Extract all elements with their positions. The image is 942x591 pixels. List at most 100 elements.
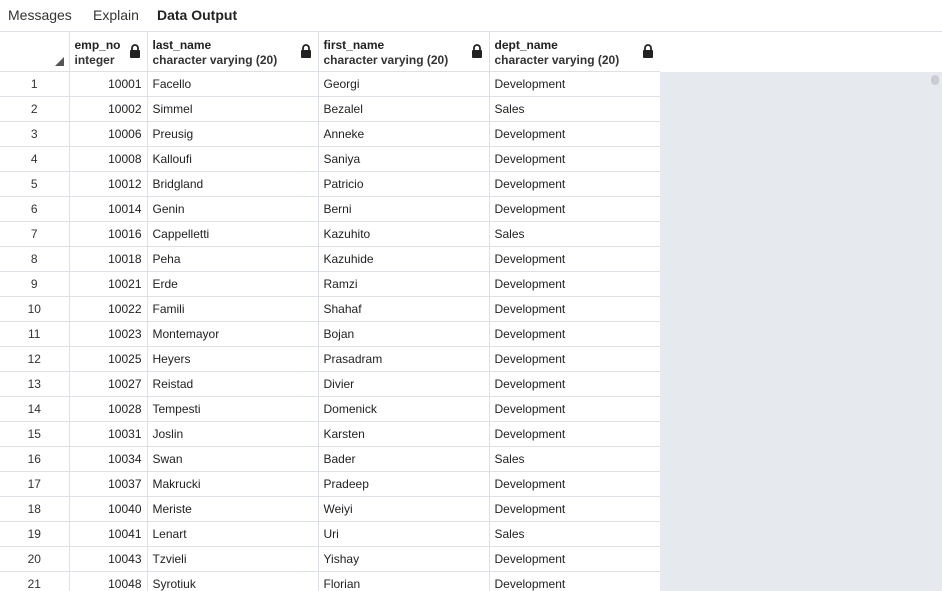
- row-number-cell[interactable]: 16: [0, 446, 70, 472]
- table-row[interactable]: 17 10037 Makrucki Pradeep Development: [0, 471, 660, 497]
- table-row[interactable]: 16 10034 Swan Bader Sales: [0, 446, 660, 472]
- column-header-emp-no[interactable]: emp_no integer: [69, 32, 148, 72]
- cell-dept-name[interactable]: Sales: [489, 521, 660, 547]
- row-number-cell[interactable]: 21: [0, 571, 70, 591]
- cell-last-name[interactable]: Facello: [147, 71, 319, 97]
- cell-last-name[interactable]: Lenart: [147, 521, 319, 547]
- cell-last-name[interactable]: Genin: [147, 196, 319, 222]
- cell-emp-no[interactable]: 10014: [69, 196, 148, 222]
- cell-emp-no[interactable]: 10018: [69, 246, 148, 272]
- column-header-last-name[interactable]: last_name character varying (20): [147, 32, 319, 72]
- cell-dept-name[interactable]: Development: [489, 246, 660, 272]
- table-row[interactable]: 18 10040 Meriste Weiyi Development: [0, 496, 660, 522]
- cell-last-name[interactable]: Famili: [147, 296, 319, 322]
- cell-dept-name[interactable]: Sales: [489, 221, 660, 247]
- cell-last-name[interactable]: Tzvieli: [147, 546, 319, 572]
- cell-last-name[interactable]: Heyers: [147, 346, 319, 372]
- cell-last-name[interactable]: Bridgland: [147, 171, 319, 197]
- cell-dept-name[interactable]: Development: [489, 496, 660, 522]
- cell-emp-no[interactable]: 10012: [69, 171, 148, 197]
- row-number-cell[interactable]: 12: [0, 346, 70, 372]
- cell-dept-name[interactable]: Development: [489, 121, 660, 147]
- cell-last-name[interactable]: Montemayor: [147, 321, 319, 347]
- row-number-cell[interactable]: 3: [0, 121, 70, 147]
- cell-dept-name[interactable]: Development: [489, 471, 660, 497]
- table-row[interactable]: 1 10001 Facello Georgi Development: [0, 71, 660, 97]
- row-number-cell[interactable]: 15: [0, 421, 70, 447]
- cell-dept-name[interactable]: Development: [489, 571, 660, 591]
- cell-emp-no[interactable]: 10037: [69, 471, 148, 497]
- cell-first-name[interactable]: Florian: [318, 571, 490, 591]
- cell-first-name[interactable]: Georgi: [318, 71, 490, 97]
- cell-first-name[interactable]: Shahaf: [318, 296, 490, 322]
- table-row[interactable]: 7 10016 Cappelletti Kazuhito Sales: [0, 221, 660, 247]
- row-number-cell[interactable]: 5: [0, 171, 70, 197]
- cell-dept-name[interactable]: Development: [489, 396, 660, 422]
- cell-dept-name[interactable]: Sales: [489, 446, 660, 472]
- cell-dept-name[interactable]: Development: [489, 296, 660, 322]
- row-number-cell[interactable]: 11: [0, 321, 70, 347]
- cell-first-name[interactable]: Bezalel: [318, 96, 490, 122]
- sort-corner-icon[interactable]: [54, 57, 64, 66]
- table-row[interactable]: 4 10008 Kalloufi Saniya Development: [0, 146, 660, 172]
- cell-emp-no[interactable]: 10023: [69, 321, 148, 347]
- cell-emp-no[interactable]: 10021: [69, 271, 148, 297]
- cell-emp-no[interactable]: 10031: [69, 421, 148, 447]
- cell-last-name[interactable]: Reistad: [147, 371, 319, 397]
- cell-last-name[interactable]: Tempesti: [147, 396, 319, 422]
- cell-dept-name[interactable]: Development: [489, 346, 660, 372]
- cell-dept-name[interactable]: Development: [489, 71, 660, 97]
- row-number-cell[interactable]: 17: [0, 471, 70, 497]
- cell-emp-no[interactable]: 10025: [69, 346, 148, 372]
- row-number-cell[interactable]: 19: [0, 521, 70, 547]
- cell-first-name[interactable]: Pradeep: [318, 471, 490, 497]
- table-row[interactable]: 10 10022 Famili Shahaf Development: [0, 296, 660, 322]
- cell-last-name[interactable]: Preusig: [147, 121, 319, 147]
- row-number-cell[interactable]: 1: [0, 71, 70, 97]
- cell-last-name[interactable]: Erde: [147, 271, 319, 297]
- tab-explain[interactable]: Explain: [93, 7, 139, 23]
- cell-first-name[interactable]: Kazuhito: [318, 221, 490, 247]
- column-header-dept-name[interactable]: dept_name character varying (20): [489, 32, 660, 72]
- table-row[interactable]: 11 10023 Montemayor Bojan Development: [0, 321, 660, 347]
- cell-first-name[interactable]: Uri: [318, 521, 490, 547]
- table-row[interactable]: 20 10043 Tzvieli Yishay Development: [0, 546, 660, 572]
- cell-last-name[interactable]: Swan: [147, 446, 319, 472]
- cell-dept-name[interactable]: Development: [489, 421, 660, 447]
- tab-data-output[interactable]: Data Output: [157, 7, 237, 23]
- row-number-cell[interactable]: 20: [0, 546, 70, 572]
- cell-first-name[interactable]: Saniya: [318, 146, 490, 172]
- cell-first-name[interactable]: Karsten: [318, 421, 490, 447]
- cell-dept-name[interactable]: Development: [489, 146, 660, 172]
- row-number-cell[interactable]: 9: [0, 271, 70, 297]
- tab-messages[interactable]: Messages: [8, 7, 72, 23]
- cell-emp-no[interactable]: 10001: [69, 71, 148, 97]
- cell-last-name[interactable]: Meriste: [147, 496, 319, 522]
- cell-last-name[interactable]: Cappelletti: [147, 221, 319, 247]
- row-number-cell[interactable]: 2: [0, 96, 70, 122]
- cell-emp-no[interactable]: 10006: [69, 121, 148, 147]
- table-row[interactable]: 2 10002 Simmel Bezalel Sales: [0, 96, 660, 122]
- table-row[interactable]: 8 10018 Peha Kazuhide Development: [0, 246, 660, 272]
- row-number-cell[interactable]: 10: [0, 296, 70, 322]
- table-row[interactable]: 6 10014 Genin Berni Development: [0, 196, 660, 222]
- cell-emp-no[interactable]: 10048: [69, 571, 148, 591]
- cell-last-name[interactable]: Kalloufi: [147, 146, 319, 172]
- table-row[interactable]: 3 10006 Preusig Anneke Development: [0, 121, 660, 147]
- cell-first-name[interactable]: Patricio: [318, 171, 490, 197]
- cell-emp-no[interactable]: 10016: [69, 221, 148, 247]
- cell-dept-name[interactable]: Development: [489, 546, 660, 572]
- row-number-header[interactable]: [0, 32, 70, 72]
- cell-dept-name[interactable]: Development: [489, 171, 660, 197]
- table-row[interactable]: 5 10012 Bridgland Patricio Development: [0, 171, 660, 197]
- cell-first-name[interactable]: Domenick: [318, 396, 490, 422]
- row-number-cell[interactable]: 14: [0, 396, 70, 422]
- cell-dept-name[interactable]: Development: [489, 321, 660, 347]
- table-row[interactable]: 15 10031 Joslin Karsten Development: [0, 421, 660, 447]
- table-row[interactable]: 12 10025 Heyers Prasadram Development: [0, 346, 660, 372]
- cell-first-name[interactable]: Bojan: [318, 321, 490, 347]
- cell-last-name[interactable]: Makrucki: [147, 471, 319, 497]
- table-row[interactable]: 21 10048 Syrotiuk Florian Development: [0, 571, 660, 591]
- cell-first-name[interactable]: Kazuhide: [318, 246, 490, 272]
- cell-emp-no[interactable]: 10040: [69, 496, 148, 522]
